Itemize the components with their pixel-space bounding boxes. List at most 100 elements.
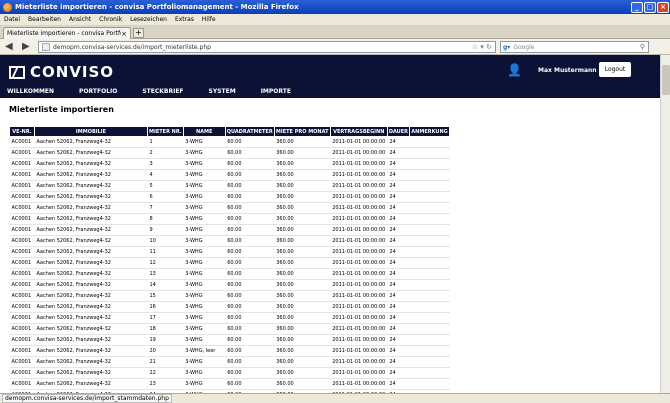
cell-vertragsbeginn: 2011-01-01 00:00:00 xyxy=(330,367,388,379)
cell-name: 3-WHG xyxy=(183,158,226,170)
cell-anmerkung xyxy=(409,378,450,390)
cell-dauer: 24 xyxy=(387,246,410,258)
nav-system[interactable]: SYSTEM xyxy=(209,88,236,95)
cell-miete: 360.00 xyxy=(274,356,331,368)
cell-immobilie: Aachen 52062, Franzweg4-32 xyxy=(34,334,148,346)
nav-importe[interactable]: IMPORTE xyxy=(261,88,291,95)
url-bar[interactable]: demopm.convisa-services.de/import_mieter… xyxy=(38,41,496,53)
cell-quadratmeter: 60.00 xyxy=(225,257,275,269)
menu-extras[interactable]: Extras xyxy=(171,16,198,23)
cell-immobilie: Aachen 52062, Franzweg4-32 xyxy=(34,290,148,302)
cell-dauer: 24 xyxy=(387,235,410,247)
cell-miete: 360.00 xyxy=(274,224,331,236)
header-dauer: DAUER xyxy=(386,126,411,137)
close-icon[interactable]: × xyxy=(657,1,669,13)
table-header-row: VE-NR. IMMOBILIE MIETER NR. NAME QUADRAT… xyxy=(9,126,451,137)
forward-icon[interactable]: ▶ xyxy=(22,42,30,52)
table-row: AC0001 Aachen 52062, Franzweg4-32 13 3-WHG 6… xyxy=(9,268,450,280)
cell-ve-nr: AC0001 xyxy=(9,191,35,203)
cell-anmerkung xyxy=(409,235,450,247)
cell-anmerkung xyxy=(409,301,450,313)
cell-miete: 360.00 xyxy=(274,213,331,225)
nav-portfolio[interactable]: PORTFOLIO xyxy=(79,88,117,95)
cell-dauer: 24 xyxy=(387,378,410,390)
username: Max Mustermann xyxy=(538,67,597,74)
bookmark-star-icon[interactable]: ☆ ▾ ↻ xyxy=(472,43,492,51)
cell-immobilie: Aachen 52062, Franzweg4-32 xyxy=(34,191,148,203)
cell-miete: 360.00 xyxy=(274,158,331,170)
scrollbar-thumb[interactable] xyxy=(662,65,670,95)
site-identity-icon[interactable] xyxy=(42,43,50,51)
nav-willkommen[interactable]: WILLKOMMEN xyxy=(7,88,54,95)
search-icon[interactable]: ⚲ xyxy=(640,43,645,51)
menu-lesezeichen[interactable]: Lesezeichen xyxy=(126,16,171,23)
cell-mieter-nr: 2 xyxy=(147,147,184,159)
cell-anmerkung xyxy=(409,367,450,379)
cell-vertragsbeginn: 2011-01-01 00:00:00 xyxy=(330,345,388,357)
search-bar[interactable]: g▾ Google ⚲ xyxy=(500,41,649,53)
cell-ve-nr: AC0001 xyxy=(9,180,35,192)
menu-ansicht[interactable]: Ansicht xyxy=(65,16,95,23)
cell-miete: 360.00 xyxy=(274,290,331,302)
menu-hilfe[interactable]: Hilfe xyxy=(198,16,220,23)
cell-anmerkung xyxy=(409,191,450,203)
search-placeholder: Google xyxy=(513,43,535,51)
cell-ve-nr: AC0001 xyxy=(9,235,35,247)
cell-name: 3-WHG xyxy=(183,246,226,258)
tab-close-icon[interactable]: × xyxy=(121,30,127,38)
cell-name: 3-WHG xyxy=(183,268,226,280)
cell-miete: 360.00 xyxy=(274,180,331,192)
maximize-icon[interactable]: □ xyxy=(644,1,656,13)
cell-immobilie: Aachen 52062, Franzweg4-32 xyxy=(34,158,148,170)
tab-mieterliste[interactable]: Mieterliste importieren - convisa Portfo… xyxy=(3,27,131,39)
cell-anmerkung xyxy=(409,268,450,280)
menu-datei[interactable]: Datei xyxy=(0,16,24,23)
menu-bearbeiten[interactable]: Bearbeiten xyxy=(24,16,65,23)
cell-mieter-nr: 15 xyxy=(147,290,184,302)
cell-quadratmeter: 60.00 xyxy=(225,158,275,170)
cell-dauer: 24 xyxy=(387,301,410,313)
google-icon[interactable]: g▾ xyxy=(503,44,510,51)
cell-anmerkung xyxy=(409,202,450,214)
cell-mieter-nr: 22 xyxy=(147,367,184,379)
cell-quadratmeter: 60.00 xyxy=(225,180,275,192)
cell-mieter-nr: 8 xyxy=(147,213,184,225)
cell-anmerkung xyxy=(409,136,450,148)
tab-label: Mieterliste importieren - convisa Portfo… xyxy=(7,30,121,37)
cell-anmerkung xyxy=(409,158,450,170)
cell-anmerkung xyxy=(409,224,450,236)
cell-dauer: 24 xyxy=(387,268,410,280)
cell-miete: 360.00 xyxy=(274,246,331,258)
cell-quadratmeter: 60.00 xyxy=(225,235,275,247)
menu-chronik[interactable]: Chronik xyxy=(95,16,126,23)
cell-mieter-nr: 14 xyxy=(147,279,184,291)
cell-name: 3-WHG xyxy=(183,312,226,324)
cell-anmerkung xyxy=(409,323,450,335)
table-row: AC0001 Aachen 52062, Franzweg4-32 19 3-WHG 6… xyxy=(9,334,450,346)
minimize-icon[interactable]: _ xyxy=(631,1,643,13)
cell-miete: 360.00 xyxy=(274,147,331,159)
cell-miete: 360.00 xyxy=(274,345,331,357)
table-row: AC0001 Aachen 52062, Franzweg4-32 6 3-WHG 60… xyxy=(9,191,450,203)
new-tab-button[interactable]: + xyxy=(133,28,144,38)
logout-button[interactable]: Logout xyxy=(599,62,631,77)
table-row: AC0001 Aachen 52062, Franzweg4-32 7 3-WHG 60… xyxy=(9,202,450,214)
table-row: AC0001 Aachen 52062, Franzweg4-32 15 3-WHG 6… xyxy=(9,290,450,302)
table-row: AC0001 Aachen 52062, Franzweg4-32 18 3-WHG 6… xyxy=(9,323,450,335)
conviso-logo[interactable]: CONVISO xyxy=(9,63,114,81)
cell-quadratmeter: 60.00 xyxy=(225,290,275,302)
cell-name: 3-WHG xyxy=(183,323,226,335)
menubar: Datei Bearbeiten Ansicht Chronik Lesezei… xyxy=(0,14,670,25)
cell-ve-nr: AC0001 xyxy=(9,147,35,159)
cell-vertragsbeginn: 2011-01-01 00:00:00 xyxy=(330,180,388,192)
cell-dauer: 24 xyxy=(387,191,410,203)
page-scrollbar[interactable] xyxy=(660,55,670,393)
cell-ve-nr: AC0001 xyxy=(9,224,35,236)
header-anmerkung: ANMERKUNG xyxy=(409,126,451,137)
nav-steckbrief[interactable]: STECKBRIEF xyxy=(142,88,183,95)
back-icon[interactable]: ◀ xyxy=(5,42,13,52)
cell-immobilie: Aachen 52062, Franzweg4-32 xyxy=(34,356,148,368)
header-vertragsbeginn: VERTRAGSBEGINN xyxy=(329,126,388,137)
main-nav: WILLKOMMEN PORTFOLIO STECKBRIEF SYSTEM I… xyxy=(7,88,316,95)
cell-miete: 360.00 xyxy=(274,191,331,203)
